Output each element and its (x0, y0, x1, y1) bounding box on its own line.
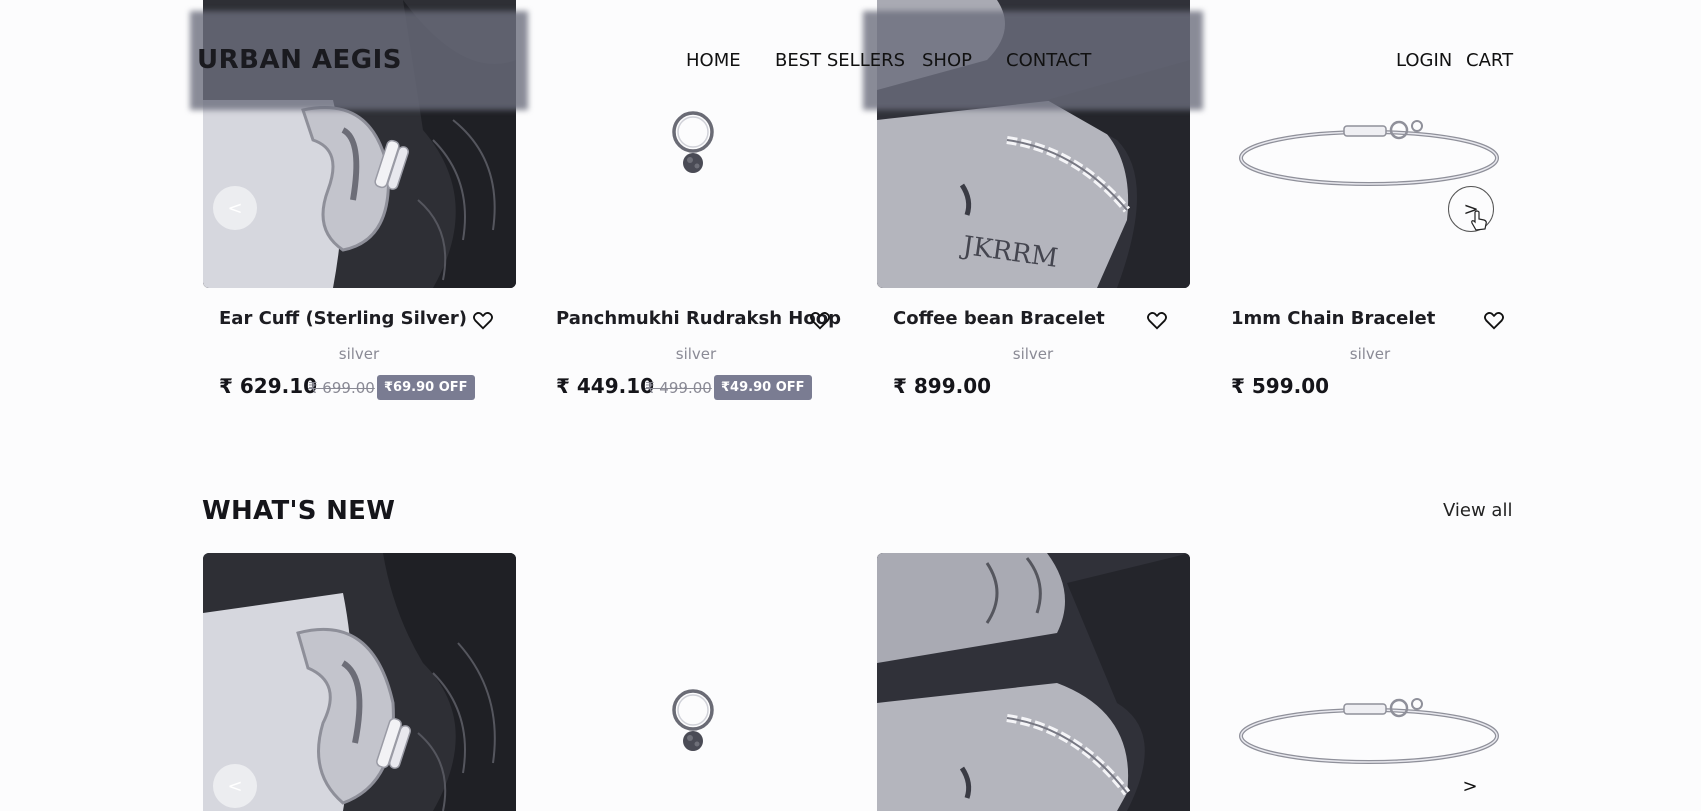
discount-badge: ₹69.90 OFF (377, 375, 475, 400)
product-image-rudraksh-hoop[interactable] (540, 553, 853, 811)
product-price: ₹ 629.10 (219, 374, 318, 398)
wishlist-heart-icon[interactable] (472, 309, 494, 331)
wishlist-heart-icon[interactable] (1483, 309, 1505, 331)
discount-badge: ₹49.90 OFF (714, 375, 812, 400)
chevron-left-icon: < (227, 197, 243, 219)
chevron-left-icon: < (227, 775, 243, 797)
product-old-price: ₹ 499.00 (645, 379, 712, 397)
carousel-next-button[interactable]: > (1448, 764, 1492, 808)
product-name[interactable]: 1mm Chain Bracelet (1231, 308, 1435, 329)
product-name[interactable]: Coffee bean Bracelet (893, 308, 1105, 329)
carousel-prev-button[interactable]: < (213, 764, 257, 808)
wishlist-heart-icon[interactable] (809, 309, 831, 331)
wishlist-heart-icon[interactable] (1146, 309, 1168, 331)
site-logo[interactable]: URBAN AEGIS (197, 45, 402, 75)
cart-link[interactable]: CART (1466, 50, 1513, 71)
chevron-right-icon: > (1462, 775, 1478, 797)
product-price: ₹ 449.10 (556, 374, 655, 398)
product-price: ₹ 599.00 (1231, 374, 1330, 398)
product-color: silver (1349, 345, 1391, 363)
nav-best-sellers[interactable]: BEST SELLERS (775, 50, 905, 71)
product-old-price: ₹ 699.00 (308, 379, 375, 397)
section-title-whats-new: WHAT'S NEW (202, 496, 396, 526)
product-name[interactable]: Ear Cuff (Sterling Silver) (219, 308, 467, 329)
carousel-prev-button[interactable]: < (213, 186, 257, 230)
product-image-coffee-bean-bracelet[interactable] (877, 553, 1190, 811)
product-color: silver (675, 345, 717, 363)
hand-cursor-icon (1471, 210, 1487, 231)
login-link[interactable]: LOGIN (1396, 50, 1452, 71)
nav-home[interactable]: HOME (686, 50, 741, 71)
nav-contact[interactable]: CONTACT (1006, 50, 1091, 71)
chain-bracelet-photo (1239, 120, 1499, 186)
product-image-chain-bracelet[interactable] (1214, 0, 1527, 288)
product-color: silver (1012, 345, 1054, 363)
product-image-rudraksh-hoop[interactable] (540, 0, 853, 288)
bracelet-wrist-photo (877, 553, 1190, 811)
nav-shop[interactable]: SHOP (922, 50, 972, 71)
view-all-link[interactable]: View all (1443, 500, 1512, 521)
product-name[interactable]: Panchmukhi Rudraksh Hoop (556, 308, 841, 329)
hoop-photo (672, 111, 714, 173)
hoop-photo (672, 689, 714, 751)
product-price: ₹ 899.00 (893, 374, 992, 398)
product-color: silver (338, 345, 380, 363)
